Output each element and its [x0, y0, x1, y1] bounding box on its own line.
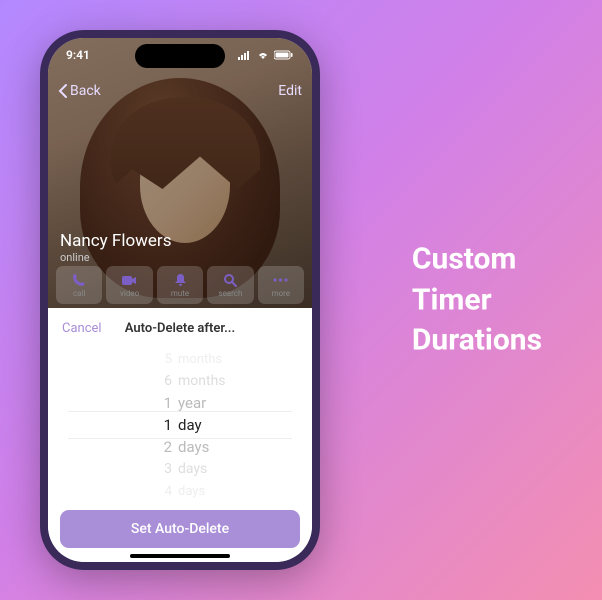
phone-frame: 9:41 Back [40, 30, 320, 570]
status-time: 9:41 [66, 48, 90, 62]
signal-icon [238, 50, 252, 60]
bell-icon [174, 273, 187, 287]
contact-name: Nancy Flowers [60, 231, 171, 251]
duration-picker[interactable]: 5months 6months 1year 1day 2days 3days 4… [48, 348, 312, 502]
headline-line-1: Custom [412, 239, 542, 280]
wifi-icon [256, 50, 270, 60]
video-label: video [120, 289, 139, 298]
headline-line-2: Timer [412, 280, 542, 321]
more-icon [273, 278, 288, 282]
headline-line-3: Durations [412, 320, 542, 361]
picker-option[interactable]: 6months [48, 370, 312, 392]
search-button[interactable]: search [207, 266, 253, 304]
video-button[interactable]: video [106, 266, 152, 304]
picker-option[interactable]: 3days [48, 458, 312, 480]
cancel-button[interactable]: Cancel [62, 321, 102, 336]
sheet-title: Auto-Delete after... [125, 321, 235, 336]
picker-option[interactable]: 2days [48, 436, 312, 458]
video-icon [122, 275, 137, 286]
phone-screen: 9:41 Back [48, 38, 312, 562]
edit-button[interactable]: Edit [278, 83, 302, 99]
mute-button[interactable]: mute [157, 266, 203, 304]
sheet-header: Cancel Auto-Delete after... [48, 308, 312, 348]
picker-option[interactable]: 1year [48, 392, 312, 414]
picker-option-selected[interactable]: 1day [48, 414, 312, 436]
status-indicators [238, 50, 294, 60]
more-label: more [272, 289, 290, 298]
phone-icon [72, 273, 86, 287]
picker-option[interactable]: 5months [48, 348, 312, 370]
call-label: call [73, 289, 85, 298]
promo-canvas: 9:41 Back [0, 0, 602, 600]
contact-status: online [60, 251, 171, 264]
auto-delete-sheet: Cancel Auto-Delete after... 5months 6mon… [48, 308, 312, 562]
dynamic-island [135, 44, 225, 68]
back-label: Back [70, 83, 101, 99]
promo-headline: Custom Timer Durations [412, 239, 542, 361]
mute-label: mute [171, 289, 189, 298]
action-bar: call video mute search [56, 266, 304, 304]
profile-header: Back Edit Nancy Flowers online call vide [48, 38, 312, 308]
home-indicator[interactable] [130, 554, 230, 558]
picker-option[interactable]: 4days [48, 480, 312, 502]
back-button[interactable]: Back [58, 83, 101, 99]
search-icon [223, 273, 237, 287]
set-auto-delete-button[interactable]: Set Auto-Delete [60, 510, 300, 548]
contact-info: Nancy Flowers online [60, 231, 171, 264]
battery-icon [274, 50, 294, 60]
call-button[interactable]: call [56, 266, 102, 304]
search-label: search [218, 289, 242, 298]
chevron-left-icon [58, 83, 68, 99]
nav-bar: Back Edit [48, 74, 312, 108]
more-button[interactable]: more [258, 266, 304, 304]
